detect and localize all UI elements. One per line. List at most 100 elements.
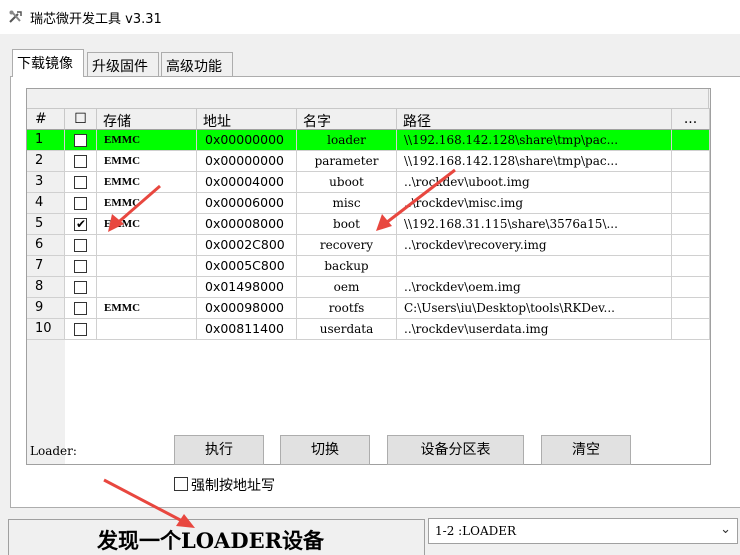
row-checkbox[interactable] bbox=[65, 172, 97, 193]
row-extra bbox=[672, 151, 710, 172]
row-number: 5 bbox=[27, 214, 65, 235]
row-address: 0x00004000 bbox=[197, 172, 297, 193]
row-checkbox[interactable] bbox=[65, 298, 97, 319]
row-address: 0x0002C800 bbox=[197, 235, 297, 256]
row-path[interactable]: ..\rockdev\oem.img bbox=[397, 277, 672, 298]
partition-table-button[interactable]: 设备分区表 bbox=[387, 435, 524, 465]
row-storage bbox=[97, 277, 197, 298]
chevron-down-icon[interactable]: ⌄ bbox=[720, 522, 731, 537]
row-storage: EMMC bbox=[97, 193, 197, 214]
row-path[interactable] bbox=[397, 256, 672, 277]
table-row[interactable]: 2 EMMC 0x00000000 parameter \\192.168.142.12… bbox=[27, 151, 710, 172]
row-path[interactable]: C:\Users\iu\Desktop\tools\RKDev... bbox=[397, 298, 672, 319]
row-number: 3 bbox=[27, 172, 65, 193]
row-checkbox-box[interactable] bbox=[74, 176, 87, 189]
row-checkbox[interactable] bbox=[65, 235, 97, 256]
partition-table: # ☐ 存储 地址 名字 路径 ... 1 EMMC 0x00000000 loade… bbox=[26, 88, 711, 465]
loader-label: Loader: bbox=[30, 444, 77, 458]
row-name: parameter bbox=[297, 151, 397, 172]
row-name: rootfs bbox=[297, 298, 397, 319]
row-extra bbox=[672, 256, 710, 277]
row-name: backup bbox=[297, 256, 397, 277]
row-storage bbox=[97, 319, 197, 340]
row-address: 0x01498000 bbox=[197, 277, 297, 298]
row-storage: EMMC bbox=[97, 298, 197, 319]
row-checkbox[interactable] bbox=[65, 277, 97, 298]
tab-label: 升级固件 bbox=[92, 59, 148, 75]
tab-advanced[interactable]: 高级功能 bbox=[161, 52, 233, 76]
row-path[interactable]: ..\rockdev\uboot.img bbox=[397, 172, 672, 193]
table-row[interactable]: 10 0x00811400 userdata ..\rockdev\userdata.… bbox=[27, 319, 710, 340]
row-path[interactable]: \\192.168.142.128\share\tmp\pac... bbox=[397, 130, 672, 151]
row-checkbox[interactable] bbox=[65, 319, 97, 340]
row-number: 6 bbox=[27, 235, 65, 256]
row-path[interactable]: ..\rockdev\userdata.img bbox=[397, 319, 672, 340]
execute-button[interactable]: 执行 bbox=[174, 435, 264, 465]
header-path: 路径 bbox=[397, 109, 672, 130]
row-extra bbox=[672, 319, 710, 340]
row-checkbox[interactable] bbox=[65, 151, 97, 172]
row-checkbox-box[interactable] bbox=[74, 155, 87, 168]
table-row[interactable]: 9 EMMC 0x00098000 rootfs C:\Users\iu\Desktop… bbox=[27, 298, 710, 319]
row-checkbox-box[interactable] bbox=[74, 134, 87, 147]
row-name: recovery bbox=[297, 235, 397, 256]
tab-label: 高级功能 bbox=[166, 59, 222, 75]
table-row[interactable]: 4 EMMC 0x00006000 misc ..\rockdev\misc.img bbox=[27, 193, 710, 214]
row-number: 8 bbox=[27, 277, 65, 298]
row-checkbox-box[interactable] bbox=[74, 260, 87, 273]
row-path[interactable]: ..\rockdev\recovery.img bbox=[397, 235, 672, 256]
row-address: 0x00008000 bbox=[197, 214, 297, 235]
client-area: 下载镜像 升级固件 高级功能 # ☐ 存储 地址 名字 路径 ... 1 EMMC… bbox=[0, 34, 740, 555]
row-address: 0x00000000 bbox=[197, 130, 297, 151]
row-number: 4 bbox=[27, 193, 65, 214]
row-storage: EMMC bbox=[97, 214, 197, 235]
row-checkbox[interactable] bbox=[65, 130, 97, 151]
header-name: 名字 bbox=[297, 109, 397, 130]
row-checkbox[interactable]: ✔ bbox=[65, 214, 97, 235]
tab-upgrade-firmware[interactable]: 升级固件 bbox=[87, 52, 159, 76]
row-path[interactable]: ..\rockdev\misc.img bbox=[397, 193, 672, 214]
row-extra bbox=[672, 277, 710, 298]
tools-icon bbox=[8, 9, 24, 25]
table-row[interactable]: 1 EMMC 0x00000000 loader \\192.168.142.128\s… bbox=[27, 130, 710, 151]
tab-download-image[interactable]: 下载镜像 bbox=[12, 49, 84, 77]
row-address: 0x00006000 bbox=[197, 193, 297, 214]
header-check[interactable]: ☐ bbox=[65, 109, 97, 130]
row-name: boot bbox=[297, 214, 397, 235]
table-row[interactable]: 8 0x01498000 oem ..\rockdev\oem.img bbox=[27, 277, 710, 298]
row-number: 9 bbox=[27, 298, 65, 319]
device-select[interactable]: 1-2 :LOADER ⌄ bbox=[428, 518, 738, 544]
tab-label: 下载镜像 bbox=[17, 56, 73, 72]
table-row[interactable]: 7 0x0005C800 backup bbox=[27, 256, 710, 277]
row-checkbox-box[interactable] bbox=[74, 281, 87, 294]
switch-button[interactable]: 切换 bbox=[280, 435, 370, 465]
table-row[interactable]: 6 0x0002C800 recovery ..\rockdev\recovery.i… bbox=[27, 235, 710, 256]
row-number: 2 bbox=[27, 151, 65, 172]
force-address-checkbox[interactable] bbox=[174, 477, 188, 491]
row-checkbox-box[interactable] bbox=[74, 302, 87, 315]
header-storage: 存储 bbox=[97, 109, 197, 130]
row-checkbox[interactable] bbox=[65, 256, 97, 277]
row-extra bbox=[672, 172, 710, 193]
row-number: 1 bbox=[27, 130, 65, 151]
table-row[interactable]: 5 ✔ EMMC 0x00008000 boot \\192.168.31.115\sha… bbox=[27, 214, 710, 235]
clear-button[interactable]: 清空 bbox=[541, 435, 631, 465]
row-number: 7 bbox=[27, 256, 65, 277]
row-path[interactable]: \\192.168.142.128\share\tmp\pac... bbox=[397, 151, 672, 172]
row-storage: EMMC bbox=[97, 151, 197, 172]
row-storage: EMMC bbox=[97, 172, 197, 193]
row-name: oem bbox=[297, 277, 397, 298]
row-checkbox-box[interactable] bbox=[74, 197, 87, 210]
row-checkbox-box[interactable]: ✔ bbox=[74, 217, 87, 231]
row-name: loader bbox=[297, 130, 397, 151]
row-checkbox[interactable] bbox=[65, 193, 97, 214]
table-row[interactable]: 3 EMMC 0x00004000 uboot ..\rockdev\uboot.img bbox=[27, 172, 710, 193]
status-panel: 发现一个LOADER设备 bbox=[8, 519, 425, 555]
row-checkbox-box[interactable] bbox=[74, 239, 87, 252]
row-storage bbox=[97, 235, 197, 256]
row-address: 0x00098000 bbox=[197, 298, 297, 319]
row-name: userdata bbox=[297, 319, 397, 340]
row-address: 0x00811400 bbox=[197, 319, 297, 340]
row-checkbox-box[interactable] bbox=[74, 323, 87, 336]
row-path[interactable]: \\192.168.31.115\share\3576a15\... bbox=[397, 214, 672, 235]
